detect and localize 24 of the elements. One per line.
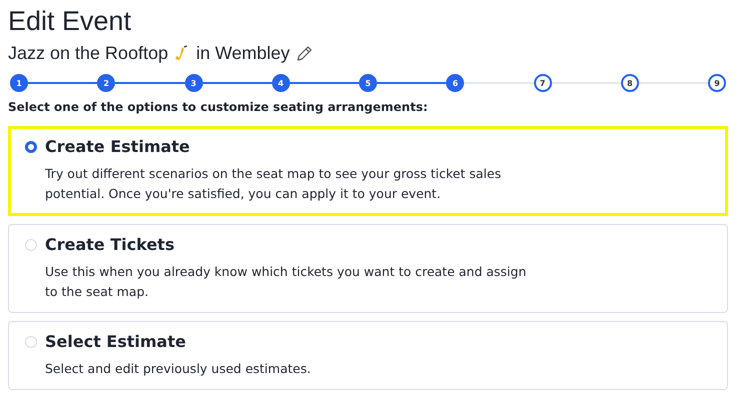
option-card[interactable]: Select Estimate Select and edit previously used estimates.	[8, 321, 728, 390]
option-title: Select Estimate	[45, 332, 186, 351]
step-marker[interactable]: 2	[97, 74, 116, 92]
step-marker[interactable]: 3	[184, 74, 202, 92]
step-marker[interactable]: 1	[10, 74, 28, 92]
venue-text: in Wembley	[196, 43, 290, 64]
event-name: Jazz on the Rooftop	[8, 43, 168, 64]
option-description: Use this when you already know which tickets you want to create and assign to the seat map.	[45, 263, 528, 301]
step-marker[interactable]: 5	[359, 74, 377, 92]
step-marker[interactable]: 8	[620, 74, 639, 92]
option-description: Try out different scenarios on the seat map to see your gross ticket sales potential. Once you're satisfied, you can apply it to your event.	[45, 165, 502, 203]
step-marker[interactable]: 7	[534, 74, 552, 92]
option-description: Select and edit previously used estimates.	[45, 360, 312, 378]
page-title: Edit Event	[8, 6, 132, 37]
option-title: Create Estimate	[45, 137, 190, 156]
option-title: Create Tickets	[45, 235, 174, 254]
step-marker[interactable]: 6	[446, 74, 464, 92]
step-marker[interactable]: 9	[708, 74, 726, 92]
step-marker[interactable]: 4	[272, 74, 290, 92]
radio-button[interactable]	[25, 140, 37, 152]
option-card[interactable]: Create Estimate Try out different scenarios on the seat map to see your gross ticket sales potential. Once you're satisfied, you can apply it to your event.	[8, 126, 728, 216]
option-card[interactable]: Create Tickets Use this when you already know which tickets you want to create and assign to the seat map.	[8, 224, 728, 313]
instruction-text: Select one of the options to customize seating arrangements:	[8, 100, 429, 114]
pencil-icon[interactable]	[294, 44, 313, 62]
